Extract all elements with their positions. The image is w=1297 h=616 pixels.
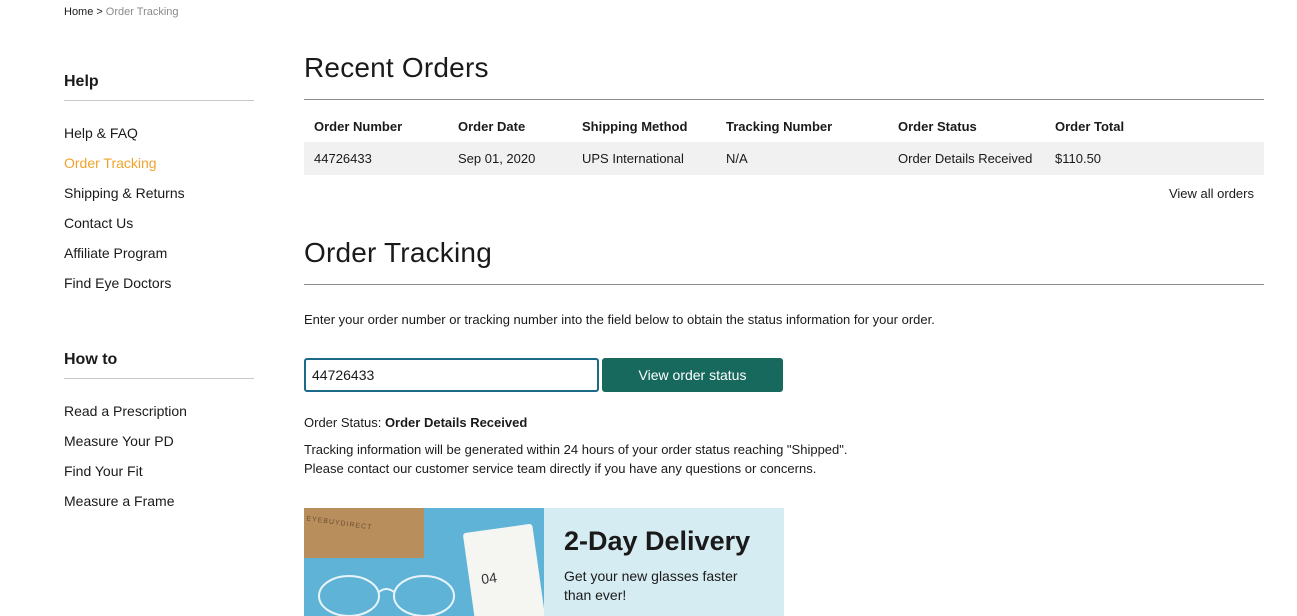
sidebar-item-contact-us[interactable]: Contact Us (64, 213, 185, 243)
order-tracking-title: Order Tracking (304, 237, 492, 268)
breadcrumb-separator: > (96, 6, 103, 18)
promo-image: EYEBUYDIRECT 04 (304, 508, 544, 616)
sidebar-item-find-eye-doctors[interactable]: Find Eye Doctors (64, 273, 185, 303)
view-order-status-button[interactable]: View order status (602, 358, 783, 392)
table-row[interactable]: 44726433 Sep 01, 2020 UPS International … (304, 142, 1264, 175)
promo-text-panel: 2-Day Delivery Get your new glasses fast… (544, 508, 784, 616)
view-all-orders-link[interactable]: View all orders (1169, 186, 1254, 201)
order-status-cell: Order Details Received (888, 142, 1045, 175)
sidebar-item-read-prescription[interactable]: Read a Prescription (64, 401, 187, 431)
orders-table: Order Number Order Date Shipping Method … (304, 110, 1264, 175)
promo-title: 2-Day Delivery (564, 526, 751, 556)
sidebar-help-list: Help & FAQ Order Tracking Shipping & Ret… (64, 123, 185, 303)
promo-subtitle: Get your new glasses faster than ever! (564, 568, 738, 603)
sidebar-item-affiliate-program[interactable]: Affiliate Program (64, 243, 185, 273)
breadcrumb-home-link[interactable]: Home (64, 6, 93, 18)
order-status-line: Order Status: Order Details Received (304, 415, 527, 430)
glasses-icon (318, 575, 455, 616)
calendar-day-text: 04 (480, 569, 498, 588)
box-brand-text: EYEBUYDIRECT (305, 515, 373, 532)
column-header: Order Number (314, 118, 403, 134)
recent-orders-divider (304, 99, 1264, 100)
recent-orders-title: Recent Orders (304, 52, 489, 83)
column-header: Tracking Number (726, 118, 833, 134)
delivery-promo-banner[interactable]: EYEBUYDIRECT 04 2-Day Delivery Get your … (304, 508, 784, 616)
sidebar-item-shipping-returns[interactable]: Shipping & Returns (64, 183, 185, 213)
orders-table-header: Order Number Order Date Shipping Method … (304, 110, 1264, 142)
order-date-cell: Sep 01, 2020 (448, 142, 572, 175)
order-total-cell: $110.50 (1045, 142, 1264, 175)
column-header: Shipping Method (582, 118, 688, 134)
sidebar-item-order-tracking[interactable]: Order Tracking (64, 153, 185, 183)
order-number-input[interactable] (304, 358, 599, 392)
order-number-cell: 44726433 (304, 142, 448, 175)
sidebar-howto-list: Read a Prescription Measure Your PD Find… (64, 401, 187, 521)
sidebar-howto-heading: How to (64, 351, 254, 379)
sidebar-item-measure-pd[interactable]: Measure Your PD (64, 431, 187, 461)
order-tracking-divider (304, 284, 1264, 285)
sidebar-item-measure-frame[interactable]: Measure a Frame (64, 491, 187, 521)
shipping-box-graphic: EYEBUYDIRECT (304, 508, 424, 558)
breadcrumb: Home > Order Tracking (64, 6, 179, 18)
column-header: Order Date (458, 118, 526, 134)
order-status-label: Order Status: (304, 415, 382, 430)
sidebar-item-find-fit[interactable]: Find Your Fit (64, 461, 187, 491)
contact-info-text: Please contact our customer service team… (304, 461, 817, 476)
column-header: Order Total (1055, 118, 1125, 134)
tracking-info-text: Tracking information will be generated w… (304, 442, 848, 457)
order-tracking-intro: Enter your order number or tracking numb… (304, 312, 935, 327)
order-status-value: Order Details Received (384, 415, 528, 430)
sidebar-item-help-faq[interactable]: Help & FAQ (64, 123, 185, 153)
tracking-number-cell: N/A (716, 142, 888, 175)
column-header: Order Status (898, 118, 977, 134)
sidebar-help-heading: Help (64, 73, 254, 101)
breadcrumb-current: Order Tracking (105, 6, 179, 18)
calendar-graphic: 04 (462, 523, 544, 616)
shipping-method-cell: UPS International (572, 142, 716, 175)
